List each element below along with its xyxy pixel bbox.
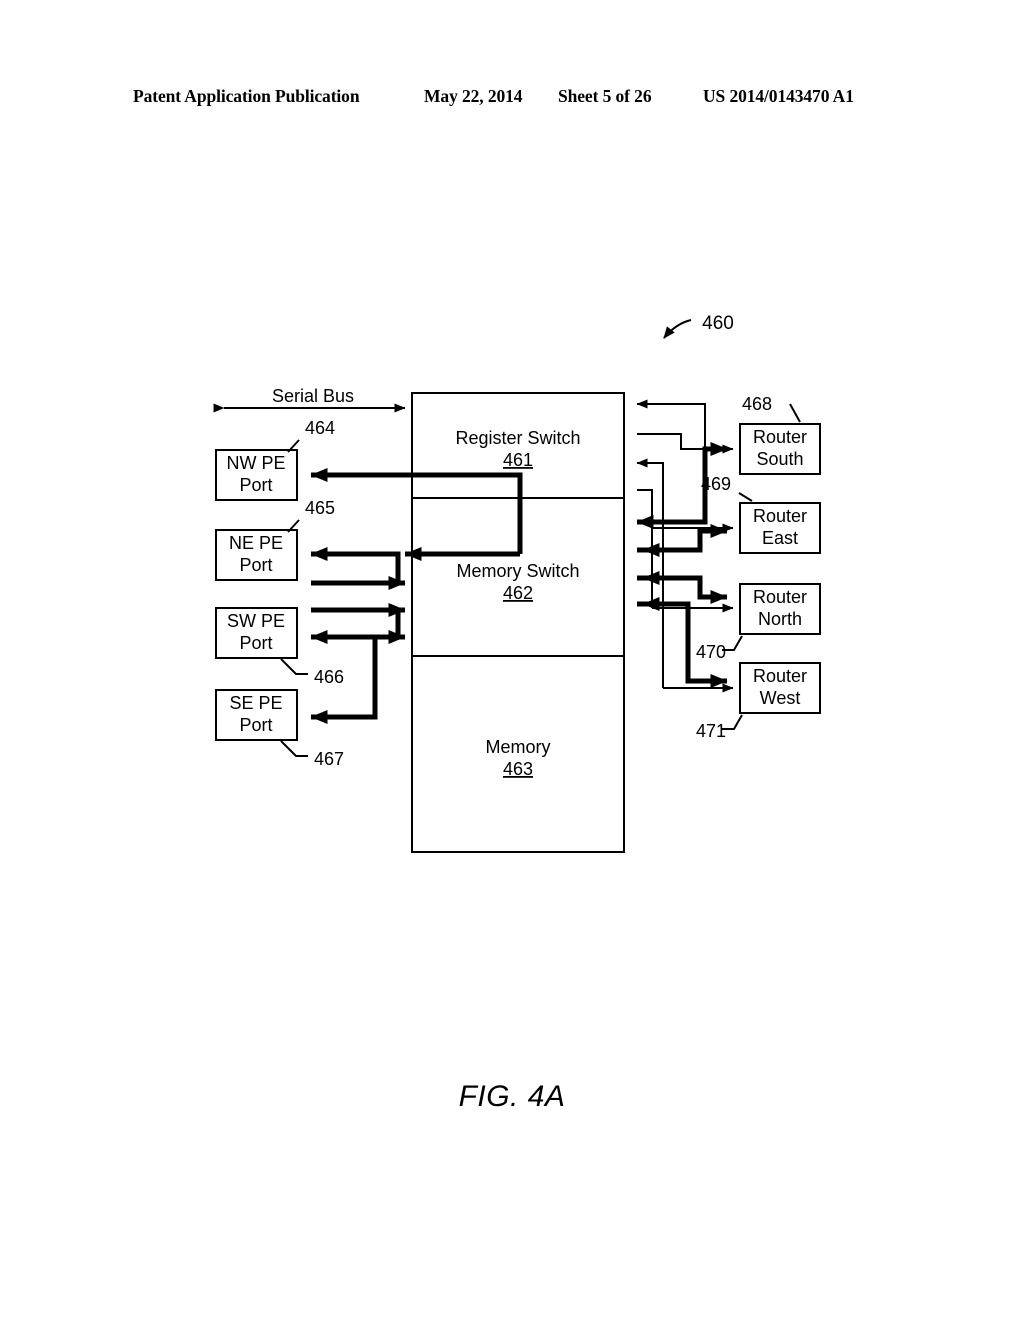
link-to-sw-pe-port (310, 610, 401, 644)
link-router-east-to-regswitch (636, 458, 664, 528)
label-nw-pe-port-line1: NW PE (226, 453, 285, 473)
leader-469 (738, 492, 753, 502)
leader-466 (280, 658, 308, 675)
label-router-north-line2: North (758, 609, 802, 629)
link-router-south-to-regswitch (636, 399, 706, 449)
label-sw-pe-port-line1: SW PE (227, 611, 285, 631)
ref-462: 462 (503, 583, 533, 603)
label-se-pe-port-line2: Port (239, 715, 272, 735)
ref-465: 465 (305, 498, 335, 518)
label-router-east-line1: Router (753, 506, 807, 526)
ref-461: 461 (503, 450, 533, 470)
ref-471: 471 (696, 721, 726, 741)
figure-4a: Serial Bus Register Switch 461 Memory Sw… (0, 0, 1024, 1320)
callout-460-leader (663, 319, 692, 339)
figure-caption: FIG. 4A (458, 1080, 566, 1113)
label-router-south-line2: South (756, 449, 803, 469)
label-router-west-line1: Router (753, 666, 807, 686)
leader-467 (280, 740, 308, 757)
ref-470: 470 (696, 642, 726, 662)
label-router-north-line1: Router (753, 587, 807, 607)
callout-460: 460 (702, 313, 734, 334)
ref-464: 464 (305, 418, 335, 438)
ref-467: 467 (314, 749, 344, 769)
ref-466: 466 (314, 667, 344, 687)
label-ne-pe-port-line1: NE PE (229, 533, 283, 553)
label-serial-bus: Serial Bus (272, 386, 354, 406)
ref-469: 469 (701, 474, 731, 494)
label-router-west-line2: West (760, 688, 801, 708)
link-router-south-to-memswitch (636, 449, 708, 529)
ref-468: 468 (742, 394, 772, 414)
label-router-south-line1: Router (753, 427, 807, 447)
leader-468 (789, 403, 801, 423)
label-memory: Memory (485, 737, 550, 757)
figure-diagram: Serial Bus Register Switch 461 Memory Sw… (213, 313, 821, 853)
label-sw-pe-port-line2: Port (239, 633, 272, 653)
ref-463: 463 (503, 759, 533, 779)
label-memory-switch: Memory Switch (456, 561, 579, 581)
label-ne-pe-port-line2: Port (239, 555, 272, 575)
link-to-ne-pe-port (310, 547, 401, 583)
label-se-pe-port-line1: SE PE (229, 693, 282, 713)
label-router-east-line2: East (762, 528, 798, 548)
label-register-switch: Register Switch (455, 428, 580, 448)
label-nw-pe-port-line2: Port (239, 475, 272, 495)
